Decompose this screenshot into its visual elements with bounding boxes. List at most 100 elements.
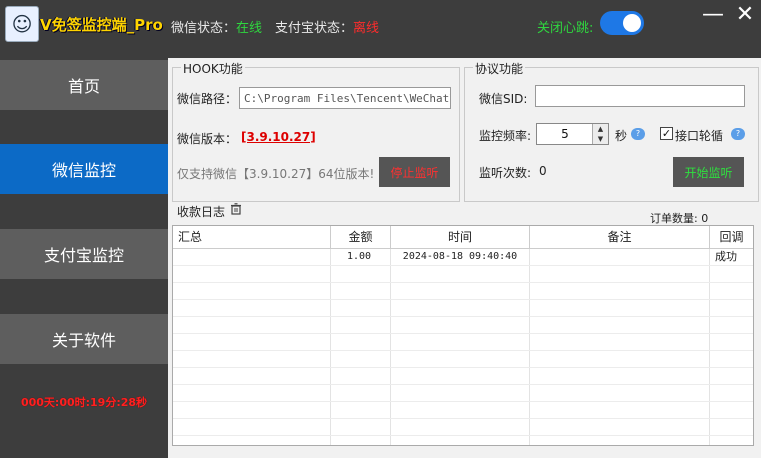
- cell-note: [530, 249, 710, 265]
- empty-cell: [530, 334, 710, 350]
- wechat-status-value: 在线: [236, 21, 263, 36]
- empty-cell: [391, 266, 530, 282]
- monitor-frequency-stepper[interactable]: 5 ▲ ▼: [536, 123, 609, 145]
- sidebar: 首页 微信监控 支付宝监控 关于软件 000天:00时:19分:28秒: [0, 58, 168, 458]
- empty-cell: [173, 334, 331, 350]
- empty-cell: [710, 300, 753, 316]
- wechat-version-value: [3.9.10.27]: [241, 130, 316, 144]
- hook-title: HOOK功能: [181, 60, 245, 77]
- empty-cell: [173, 436, 331, 445]
- poll-checkbox[interactable]: ✓: [660, 127, 673, 140]
- empty-table-row: [173, 266, 753, 283]
- payment-log-table[interactable]: 汇总 金额 时间 备注 回调 1.00 2024-08-18 09:40:40 …: [172, 225, 754, 446]
- empty-table-row: [173, 351, 753, 368]
- empty-cell: [331, 368, 391, 384]
- wechat-status: 微信状态：在线: [171, 17, 262, 36]
- poll-label: 接口轮循: [675, 129, 724, 143]
- cell-time: 2024-08-18 09:40:40: [391, 249, 530, 265]
- table-row[interactable]: 1.00 2024-08-18 09:40:40 成功: [173, 249, 753, 266]
- frequency-unit: 秒: [615, 129, 628, 143]
- frequency-help-icon[interactable]: ?: [631, 128, 645, 140]
- sidebar-item-about[interactable]: 关于软件: [0, 314, 168, 364]
- empty-cell: [391, 351, 530, 367]
- support-note: 仅支持微信【3.9.10.27】64位版本!: [177, 167, 375, 181]
- empty-cell: [530, 402, 710, 418]
- cell-amount: 1.00: [331, 249, 391, 265]
- empty-cell: [710, 402, 753, 418]
- close-button[interactable]: ✕: [732, 2, 758, 28]
- empty-cell: [331, 283, 391, 299]
- empty-cell: [530, 300, 710, 316]
- empty-table-row: [173, 283, 753, 300]
- empty-cell: [391, 334, 530, 350]
- empty-cell: [331, 402, 391, 418]
- empty-cell: [173, 419, 331, 435]
- empty-table-row: [173, 368, 753, 385]
- alipay-status-value: 离线: [353, 21, 380, 36]
- sidebar-item-home[interactable]: 首页: [0, 60, 168, 110]
- empty-cell: [710, 317, 753, 333]
- wechat-path-field[interactable]: C:\Program Files\Tencent\WeChat\[3.: [239, 87, 451, 109]
- stepper-arrows-icon[interactable]: ▲ ▼: [592, 124, 608, 144]
- trash-icon[interactable]: [230, 203, 242, 215]
- empty-cell: [331, 334, 391, 350]
- empty-cell: [331, 436, 391, 445]
- order-count: 订单数量: 0: [650, 210, 708, 226]
- app-title: V免签监控端_Pro: [40, 16, 163, 34]
- stop-listen-button[interactable]: 停止监听: [379, 157, 450, 187]
- minimize-button[interactable]: —: [700, 2, 726, 28]
- listen-count-value: 0: [539, 164, 547, 178]
- empty-cell: [331, 351, 391, 367]
- empty-cell: [710, 436, 753, 445]
- col-time[interactable]: 时间: [391, 226, 530, 248]
- wechat-sid-label: 微信SID:: [479, 92, 528, 106]
- title-bar: ☺ V免签监控端_Pro 微信状态：在线 支付宝状态：离线 关闭心跳: — ✕: [0, 0, 761, 58]
- app-logo-icon: ☺: [5, 6, 39, 42]
- table-header: 汇总 金额 时间 备注 回调: [173, 226, 753, 249]
- empty-cell: [530, 266, 710, 282]
- empty-cell: [173, 368, 331, 384]
- empty-cell: [530, 317, 710, 333]
- empty-table-row: [173, 317, 753, 334]
- empty-cell: [530, 385, 710, 401]
- empty-cell: [391, 300, 530, 316]
- sidebar-item-wechat-monitor[interactable]: 微信监控: [0, 144, 168, 194]
- empty-cell: [331, 419, 391, 435]
- heartbeat-toggle[interactable]: [600, 11, 644, 35]
- log-title: 收款日志: [177, 205, 226, 219]
- empty-cell: [530, 419, 710, 435]
- empty-cell: [391, 283, 530, 299]
- empty-cell: [710, 266, 753, 282]
- col-summary[interactable]: 汇总: [173, 226, 331, 248]
- empty-cell: [173, 385, 331, 401]
- empty-cell: [331, 300, 391, 316]
- sidebar-item-alipay-monitor[interactable]: 支付宝监控: [0, 229, 168, 279]
- listen-count-label: 监听次数:: [479, 166, 532, 180]
- wechat-sid-input[interactable]: [535, 85, 745, 107]
- col-callback[interactable]: 回调: [710, 226, 753, 248]
- empty-cell: [710, 283, 753, 299]
- empty-cell: [173, 402, 331, 418]
- empty-table-row: [173, 436, 753, 445]
- empty-cell: [173, 351, 331, 367]
- order-count-value: 0: [701, 212, 709, 225]
- empty-cell: [331, 385, 391, 401]
- empty-cell: [173, 300, 331, 316]
- empty-cell: [530, 368, 710, 384]
- empty-cell: [710, 385, 753, 401]
- empty-cell: [710, 419, 753, 435]
- empty-cell: [391, 368, 530, 384]
- col-note[interactable]: 备注: [530, 226, 710, 248]
- poll-help-icon[interactable]: ?: [731, 128, 745, 140]
- empty-table-row: [173, 300, 753, 317]
- alipay-status-label: 支付宝状态：: [275, 21, 354, 36]
- empty-cell: [173, 317, 331, 333]
- empty-cell: [391, 385, 530, 401]
- start-listen-button[interactable]: 开始监听: [673, 157, 744, 187]
- cell-summary: [173, 249, 331, 265]
- wechat-version-label: 微信版本：: [177, 132, 238, 146]
- col-amount[interactable]: 金额: [331, 226, 391, 248]
- frequency-value: 5: [561, 127, 569, 141]
- alipay-status: 支付宝状态：离线: [275, 17, 379, 36]
- empty-cell: [710, 368, 753, 384]
